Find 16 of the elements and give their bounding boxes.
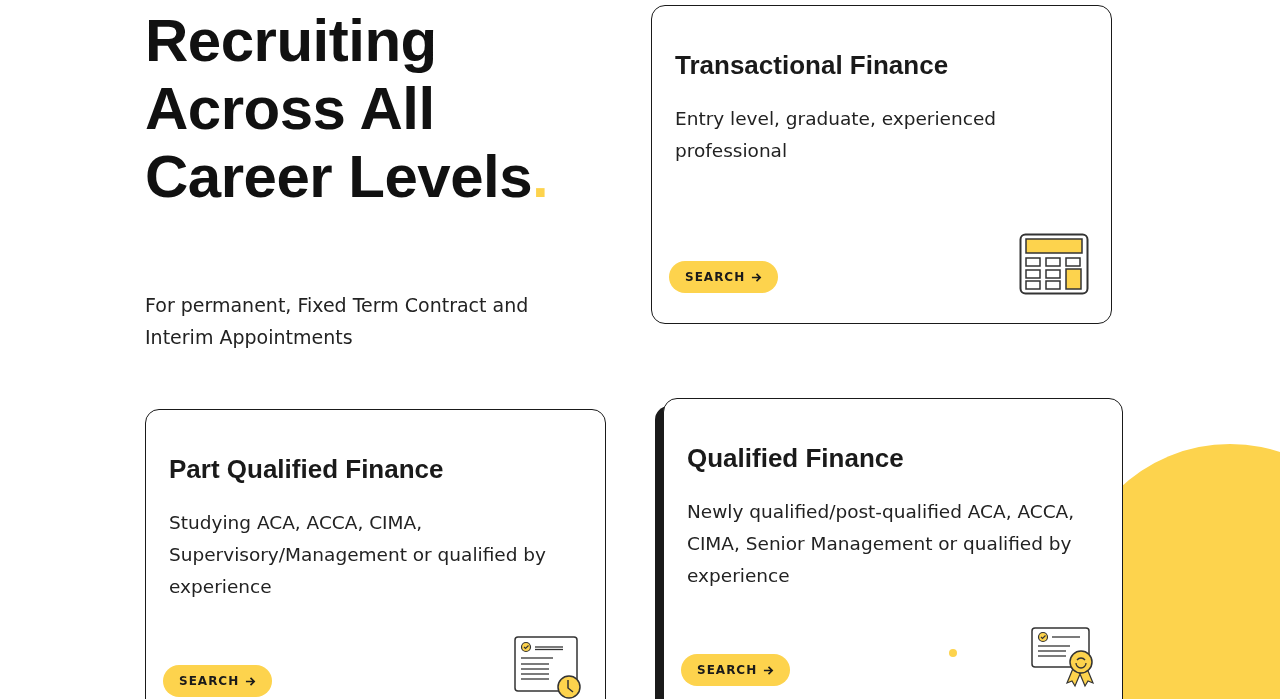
arrow-icon	[245, 675, 257, 687]
card-title: Qualified Finance	[687, 443, 905, 474]
calculator-icon	[1019, 233, 1089, 295]
subtitle-text: For permanent, Fixed Term Contract and Interim Appointments	[145, 293, 530, 350]
page-heading: Recruiting Across All Career Levels.	[145, 7, 550, 211]
card-description: Studying ACA, ACCA, CIMA, Supervisory/Management or qualified by experience	[169, 511, 548, 599]
arrow-icon	[763, 664, 775, 676]
search-button[interactable]: SEARCH	[669, 261, 779, 293]
card-description: Newly qualified/post-qualified ACA, ACCA, CIMA, Senior Management or qualified by experience	[687, 500, 1076, 588]
search-button[interactable]: SEARCH	[681, 654, 791, 686]
card-title: Part Qualified Finance	[169, 454, 445, 485]
search-button[interactable]: SEARCH	[163, 665, 273, 697]
arrow-icon	[751, 271, 763, 283]
card-description: Entry level, graduate, experienced professional	[675, 107, 998, 163]
dot-decoration	[949, 649, 957, 657]
card-title: Transactional Finance	[675, 50, 950, 81]
